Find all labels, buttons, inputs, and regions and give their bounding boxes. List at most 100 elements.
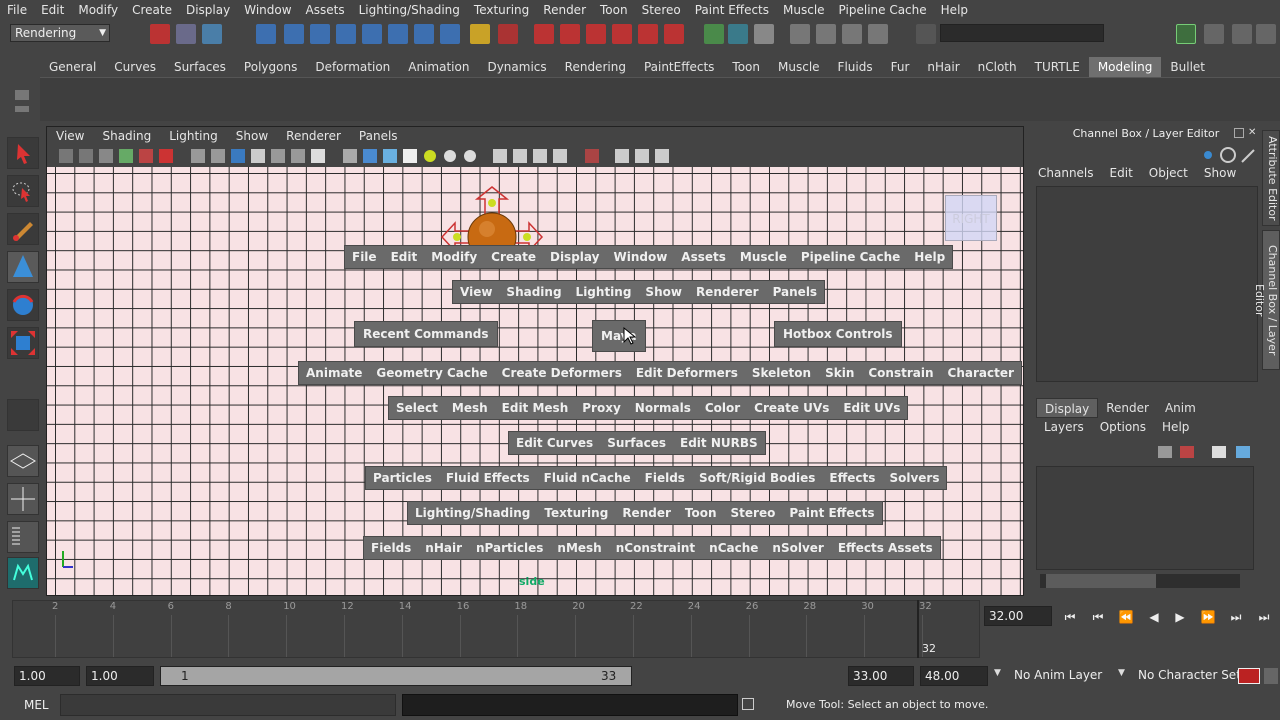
input-output-icon[interactable] bbox=[704, 24, 724, 44]
shelf-tab-toon[interactable]: Toon bbox=[723, 57, 769, 77]
script-editor-icon[interactable] bbox=[742, 698, 754, 710]
toggle-channel-box-icon[interactable] bbox=[1256, 24, 1276, 44]
snap-live-icon[interactable] bbox=[638, 24, 658, 44]
layer-menu-layers[interactable]: Layers bbox=[1036, 420, 1092, 434]
last-used-tool-icon[interactable] bbox=[7, 399, 39, 431]
toggle-attribute-editor-icon[interactable] bbox=[1204, 24, 1224, 44]
channel-menu-edit[interactable]: Edit bbox=[1102, 166, 1141, 180]
play-forwards-icon[interactable]: ▶ bbox=[1170, 608, 1190, 626]
hotbox-item-file[interactable]: File bbox=[345, 250, 384, 264]
snap-point-icon[interactable] bbox=[586, 24, 606, 44]
hotbox-item-lighting[interactable]: Lighting bbox=[569, 285, 639, 299]
select-hierarchy-icon[interactable] bbox=[150, 24, 170, 44]
menu-pipeline-cache[interactable]: Pipeline Cache bbox=[832, 3, 934, 17]
tab-channel-box[interactable]: Channel Box / Layer Editor bbox=[1253, 230, 1280, 370]
viewport-menu-panels[interactable]: Panels bbox=[350, 129, 407, 143]
viewport-menu-shading[interactable]: Shading bbox=[93, 129, 160, 143]
auto-key-icon[interactable] bbox=[1238, 668, 1260, 684]
lasso-tool-icon[interactable] bbox=[7, 175, 39, 207]
move-tool-icon[interactable] bbox=[7, 251, 39, 283]
shelf-tab-polygons[interactable]: Polygons bbox=[235, 57, 306, 77]
hotbox-item-color[interactable]: Color bbox=[698, 401, 747, 415]
shelf-tab-ncloth[interactable]: nCloth bbox=[969, 57, 1026, 77]
playback-start-field[interactable]: 1.00 bbox=[86, 666, 154, 686]
channel-menu-object[interactable]: Object bbox=[1141, 166, 1196, 180]
hotbox-item-toon[interactable]: Toon bbox=[678, 506, 724, 520]
mel-label[interactable]: MEL bbox=[24, 698, 49, 712]
go-to-end-icon[interactable]: ⏭ bbox=[1254, 608, 1274, 626]
hotbox-item-edit-uvs[interactable]: Edit UVs bbox=[836, 401, 907, 415]
shelf-tab-surfaces[interactable]: Surfaces bbox=[165, 57, 235, 77]
layer-menu-options[interactable]: Options bbox=[1092, 420, 1154, 434]
paint-select-tool-icon[interactable] bbox=[7, 213, 39, 245]
chevron-down-icon[interactable]: ▼ bbox=[1118, 668, 1125, 678]
select-tool-icon[interactable] bbox=[7, 137, 39, 169]
select-by-joint-icon[interactable] bbox=[284, 24, 304, 44]
anim-layer-dropdown[interactable]: No Anim Layer bbox=[1014, 668, 1102, 682]
select-component-icon[interactable] bbox=[202, 24, 222, 44]
shelf-tab-painteffects[interactable]: PaintEffects bbox=[635, 57, 723, 77]
snap-view-plane-icon[interactable] bbox=[612, 24, 632, 44]
layer-tab-anim[interactable]: Anim bbox=[1157, 398, 1204, 418]
shelf-tab-deformation[interactable]: Deformation bbox=[306, 57, 399, 77]
menu-lighting-shading[interactable]: Lighting/Shading bbox=[352, 3, 467, 17]
hotbox-item-edit-curves[interactable]: Edit Curves bbox=[509, 436, 600, 450]
hotbox-item-edit[interactable]: Edit bbox=[384, 250, 425, 264]
hotbox-item-window[interactable]: Window bbox=[606, 250, 674, 264]
hotbox-item-stereo[interactable]: Stereo bbox=[724, 506, 783, 520]
hotbox-item-edit-deformers[interactable]: Edit Deformers bbox=[629, 366, 745, 380]
highlight-selection-icon[interactable] bbox=[498, 24, 518, 44]
channel-menu-channels[interactable]: Channels bbox=[1030, 166, 1102, 180]
menu-display[interactable]: Display bbox=[179, 3, 237, 17]
hotbox-controls[interactable]: Hotbox Controls bbox=[774, 321, 902, 347]
hotbox-item-skin[interactable]: Skin bbox=[818, 366, 861, 380]
select-object-icon[interactable] bbox=[176, 24, 196, 44]
menu-render[interactable]: Render bbox=[536, 3, 593, 17]
shelf-tab-dynamics[interactable]: Dynamics bbox=[478, 57, 555, 77]
snap-grid-icon[interactable] bbox=[534, 24, 554, 44]
hotbox-item-modify[interactable]: Modify bbox=[424, 250, 484, 264]
step-forward-key-icon[interactable]: ⏩ bbox=[1198, 608, 1218, 626]
menu-toon[interactable]: Toon bbox=[593, 3, 635, 17]
viewport-menu-view[interactable]: View bbox=[47, 129, 93, 143]
shelf-tab-fluids[interactable]: Fluids bbox=[829, 57, 882, 77]
hotbox-item-skeleton[interactable]: Skeleton bbox=[745, 366, 818, 380]
channel-menu-show[interactable]: Show bbox=[1196, 166, 1244, 180]
menu-texturing[interactable]: Texturing bbox=[467, 3, 536, 17]
shelf-tab-muscle[interactable]: Muscle bbox=[769, 57, 829, 77]
play-backwards-icon[interactable]: ◀ bbox=[1144, 608, 1164, 626]
persp-outliner-layout-icon[interactable] bbox=[7, 521, 39, 553]
hotbox-item-soft-rigid-bodies[interactable]: Soft/Rigid Bodies bbox=[692, 471, 822, 485]
hotbox-item-edit-mesh[interactable]: Edit Mesh bbox=[495, 401, 576, 415]
hotbox-item-particles[interactable]: Particles bbox=[366, 471, 439, 485]
menu-help[interactable]: Help bbox=[934, 3, 975, 17]
hotbox-item-nparticles[interactable]: nParticles bbox=[469, 541, 550, 555]
snap-curve-icon[interactable] bbox=[560, 24, 580, 44]
shelf-tab-bullet[interactable]: Bullet bbox=[1161, 57, 1214, 77]
preferences-icon[interactable] bbox=[1264, 668, 1278, 684]
hotbox-item-fluid-ncache[interactable]: Fluid nCache bbox=[537, 471, 638, 485]
menu-file[interactable]: File bbox=[0, 3, 34, 17]
select-by-curve-icon[interactable] bbox=[310, 24, 330, 44]
layer-menu-help[interactable]: Help bbox=[1154, 420, 1197, 434]
render-view-icon[interactable] bbox=[790, 24, 810, 44]
viewport-menu-renderer[interactable]: Renderer bbox=[277, 129, 350, 143]
menu-set-dropdown[interactable]: Rendering ▼ bbox=[10, 24, 110, 42]
input-line-icon[interactable] bbox=[916, 24, 936, 44]
hotbox-item-ncache[interactable]: nCache bbox=[702, 541, 765, 555]
hotbox-item-character[interactable]: Character bbox=[941, 366, 1021, 380]
hotbox-item-effects-assets[interactable]: Effects Assets bbox=[831, 541, 940, 555]
view-cube[interactable]: RIGHT bbox=[945, 195, 997, 241]
hotbox-item-muscle[interactable]: Muscle bbox=[733, 250, 794, 264]
hotbox-item-normals[interactable]: Normals bbox=[628, 401, 698, 415]
hotbox-item-proxy[interactable]: Proxy bbox=[575, 401, 628, 415]
hotbox-item-texturing[interactable]: Texturing bbox=[537, 506, 615, 520]
construction-history-icon[interactable] bbox=[754, 24, 774, 44]
shelf-tab-general[interactable]: General bbox=[40, 57, 105, 77]
menu-assets[interactable]: Assets bbox=[299, 3, 352, 17]
hotbox-item-lighting-shading[interactable]: Lighting/Shading bbox=[408, 506, 537, 520]
toggle-tool-settings-icon[interactable] bbox=[1232, 24, 1252, 44]
hotbox-item-nmesh[interactable]: nMesh bbox=[550, 541, 608, 555]
end-time-field[interactable]: 48.00 bbox=[920, 666, 988, 686]
hotbox-item-help[interactable]: Help bbox=[907, 250, 952, 264]
